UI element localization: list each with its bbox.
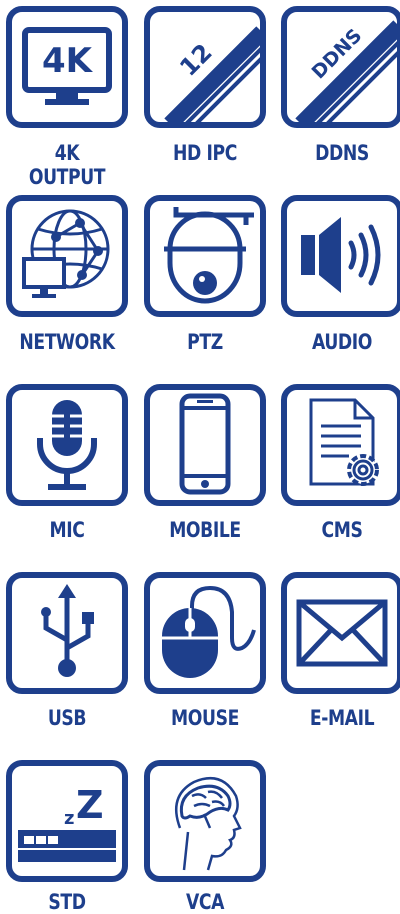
feature-label-ptz: PTZ xyxy=(187,330,223,354)
feature-label-vca: VCA xyxy=(185,890,225,914)
mouse-icon xyxy=(162,585,256,678)
feature-tile-std: z Z xyxy=(6,760,128,882)
feature-label-4k-output: 4K OUTPUT xyxy=(28,141,106,189)
standby-zz-icon: z Z xyxy=(18,783,116,862)
cable-ddns-icon: DDNS xyxy=(295,20,397,122)
feature-label-email: E-MAIL xyxy=(309,706,375,730)
feature-label-std: STD xyxy=(48,890,86,914)
feature-tile-mic xyxy=(6,384,128,506)
feature-label-ddns: DDNS xyxy=(315,141,369,165)
microphone-icon xyxy=(37,400,97,490)
smartphone-icon xyxy=(179,393,231,495)
usb-icon xyxy=(41,584,94,677)
feature-label-mouse: MOUSE xyxy=(171,706,239,730)
document-gear-icon xyxy=(309,398,379,486)
envelope-icon xyxy=(296,599,388,667)
feature-tile-vca xyxy=(144,760,266,882)
feature-label-hd-ipc: HD IPC xyxy=(173,141,237,165)
feature-tile-hd-ipc: 12 xyxy=(144,6,266,128)
network-globe-icon xyxy=(22,209,110,298)
svg-text:z: z xyxy=(64,808,74,829)
feature-label-mic: MIC xyxy=(49,518,85,542)
speaker-icon xyxy=(301,217,381,293)
feature-label-mobile: MOBILE xyxy=(169,518,241,542)
head-brain-icon xyxy=(175,777,242,871)
feature-tile-email xyxy=(281,572,400,694)
monitor-4k-icon: 4K xyxy=(22,27,112,105)
feature-tile-cms xyxy=(281,384,400,506)
svg-text:4K: 4K xyxy=(42,41,94,81)
cable-12-icon: 12 xyxy=(164,26,260,122)
feature-label-cms: CMS xyxy=(321,518,363,542)
feature-label-network: NETWORK xyxy=(19,330,115,354)
feature-tile-audio xyxy=(281,195,400,317)
feature-tile-mouse xyxy=(144,572,266,694)
feature-tile-usb xyxy=(6,572,128,694)
ptz-dome-camera-icon xyxy=(164,207,254,304)
feature-tile-ptz xyxy=(144,195,266,317)
svg-text:Z: Z xyxy=(76,783,104,827)
feature-tile-ddns: DDNS xyxy=(281,6,400,128)
feature-label-audio: AUDIO xyxy=(311,330,373,354)
feature-label-usb: USB xyxy=(47,706,87,730)
feature-tile-mobile xyxy=(144,384,266,506)
feature-tile-network xyxy=(6,195,128,317)
feature-tile-4k-output: 4K xyxy=(6,6,128,128)
